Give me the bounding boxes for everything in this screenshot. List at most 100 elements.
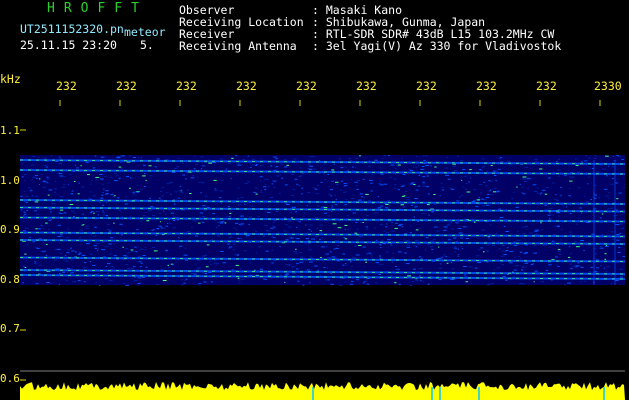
noise-speckle (441, 256, 444, 258)
noise-speckle (354, 232, 358, 234)
noise-speckle (207, 216, 209, 218)
noise-speckle (145, 249, 147, 251)
noise-speckle (620, 227, 624, 229)
noise-speckle (396, 269, 400, 271)
noise-speckle (110, 237, 113, 239)
noise-speckle (499, 218, 502, 220)
noise-speckle (379, 184, 384, 186)
noise-speckle (410, 225, 412, 226)
noise-speckle (163, 227, 166, 229)
noise-speckle (461, 194, 464, 196)
noise-speckle (272, 180, 277, 182)
noise-speckle (59, 156, 61, 158)
noise-speckle (417, 268, 420, 270)
noise-speckle (313, 168, 317, 170)
noise-speckle (244, 231, 247, 233)
noise-speckle (554, 225, 557, 227)
noise-speckle (371, 174, 374, 176)
noise-speckle (129, 187, 131, 189)
noise-speckle (105, 214, 108, 216)
noise-speckle (159, 221, 161, 223)
noise-speckle (437, 257, 442, 259)
noise-speckle (307, 168, 311, 169)
noise-speckle (545, 187, 549, 188)
noise-speckle (88, 197, 91, 199)
noise-speckle (568, 195, 571, 197)
noise-speckle (417, 165, 420, 166)
noise-speckle (85, 225, 89, 227)
noise-speckle (114, 172, 117, 174)
noise-speckle (317, 205, 320, 207)
noise-speckle (58, 273, 61, 274)
noise-speckle (406, 244, 410, 246)
noise-speckle (606, 175, 608, 177)
noise-speckle (417, 221, 419, 222)
noise-speckle (564, 175, 567, 177)
noise-speckle (279, 174, 281, 176)
noise-speckle (478, 184, 483, 186)
noise-speckle (139, 220, 143, 222)
noise-speckle (53, 191, 57, 193)
noise-speckle (21, 176, 24, 178)
noise-speckle (97, 272, 100, 274)
noise-speckle (557, 226, 560, 228)
noise-speckle (405, 197, 410, 198)
noise-speckle (124, 248, 129, 250)
noise-speckle (265, 250, 269, 252)
noise-speckle (484, 241, 487, 243)
noise-speckle (485, 185, 488, 187)
noise-speckle (256, 252, 258, 254)
noise-speckle (59, 252, 63, 254)
noise-speckle (81, 254, 86, 256)
noise-speckle (443, 226, 448, 228)
noise-speckle (71, 156, 74, 158)
noise-speckle (309, 156, 312, 158)
noise-speckle (248, 223, 250, 225)
noise-speckle (227, 206, 230, 208)
noise-speckle (581, 161, 583, 163)
noise-speckle (25, 202, 28, 203)
noise-speckle (249, 260, 251, 262)
noise-speckle (611, 282, 613, 284)
noise-speckle (213, 219, 217, 221)
noise-speckle (107, 223, 110, 225)
noise-speckle (113, 243, 116, 245)
noise-speckle (622, 255, 625, 257)
noise-speckle (401, 184, 406, 186)
noise-speckle (39, 184, 40, 185)
noise-speckle (157, 277, 160, 279)
noise-speckle (436, 230, 440, 232)
noise-speckle (190, 177, 195, 179)
noise-speckle (474, 267, 478, 269)
noise-speckle (569, 176, 571, 178)
noise-speckle (37, 228, 41, 230)
noise-speckle (425, 237, 429, 239)
noise-speckle (340, 189, 342, 191)
noise-speckle (328, 186, 331, 188)
noise-speckle (569, 180, 573, 182)
noise-speckle (350, 265, 353, 267)
noise-speckle (32, 156, 36, 157)
noise-speckle (415, 240, 419, 242)
noise-speckle (612, 155, 616, 157)
noise-speckle (58, 284, 60, 286)
noise-speckle (145, 266, 148, 268)
noise-speckle (39, 178, 41, 180)
noise-speckle (57, 248, 61, 250)
noise-speckle (505, 250, 509, 251)
noise-speckle (496, 267, 501, 269)
noise-speckle (291, 217, 293, 219)
noise-speckle (116, 174, 119, 176)
noise-speckle (413, 184, 416, 185)
noise-speckle (314, 265, 318, 267)
noise-speckle (331, 169, 335, 171)
noise-speckle (234, 254, 236, 256)
noise-speckle (31, 195, 33, 197)
noise-speckle (521, 269, 524, 271)
noise-speckle (203, 255, 207, 257)
noise-speckle (406, 246, 411, 248)
noise-speckle (430, 165, 432, 167)
noise-speckle (477, 249, 481, 251)
noise-speckle (522, 226, 524, 228)
noise-speckle (326, 267, 329, 269)
